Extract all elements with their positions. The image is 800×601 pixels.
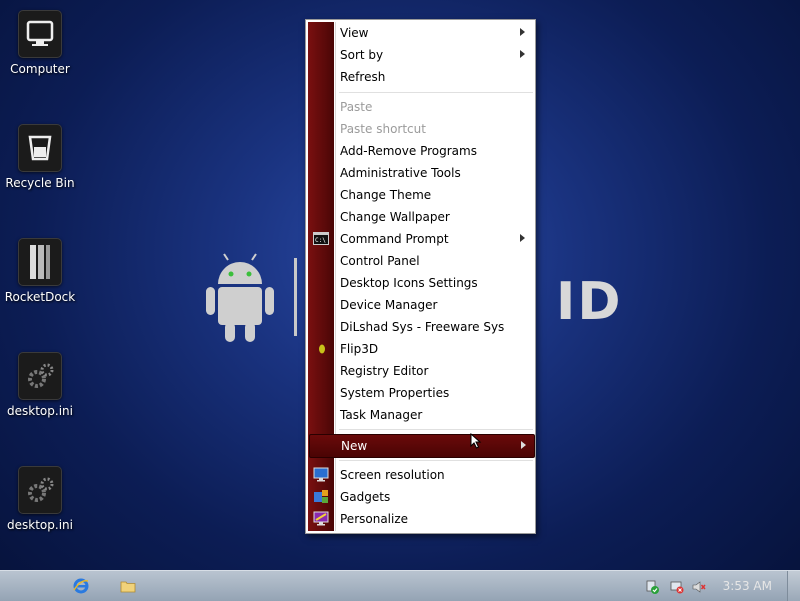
menu-item-change-theme[interactable]: Change Theme: [309, 184, 533, 206]
menu-item-paste-shortcut[interactable]: Paste shortcut: [309, 118, 533, 140]
menu-item-command-prompt[interactable]: C:\ Command Prompt: [309, 228, 533, 250]
flip3d-icon: [313, 341, 329, 356]
command-prompt-icon: C:\: [313, 231, 329, 246]
menu-separator: [339, 460, 533, 461]
menu-item-change-wallpaper[interactable]: Change Wallpaper: [309, 206, 533, 228]
menu-item-flip3d[interactable]: Flip3D: [309, 338, 533, 360]
desktop-icon-desktop-ini-1[interactable]: desktop.ini: [0, 352, 80, 418]
monitor-icon: [313, 467, 329, 482]
desktop-icon-label: desktop.ini: [7, 518, 73, 532]
internet-explorer-icon[interactable]: [72, 577, 90, 595]
gadgets-icon: [313, 489, 329, 504]
wallpaper-logo-text: ID: [556, 272, 623, 332]
desktop-icon-label: Recycle Bin: [5, 176, 75, 190]
submenu-arrow-icon: [520, 28, 525, 36]
taskbar-clock[interactable]: 3:53 AM: [723, 579, 772, 593]
network-icon[interactable]: [670, 579, 684, 594]
menu-separator: [339, 429, 533, 430]
desktop-icon-label: desktop.ini: [7, 404, 73, 418]
menu-item-add-remove-programs[interactable]: Add-Remove Programs: [309, 140, 533, 162]
menu-item-new[interactable]: New: [309, 434, 535, 458]
menu-item-control-panel[interactable]: Control Panel: [309, 250, 533, 272]
action-center-icon[interactable]: [646, 579, 660, 594]
menu-item-gadgets[interactable]: Gadgets: [309, 486, 533, 508]
folder-icon[interactable]: [120, 578, 136, 593]
menu-item-refresh[interactable]: Refresh: [309, 66, 533, 88]
submenu-arrow-icon: [520, 234, 525, 242]
menu-item-sort-by[interactable]: Sort by: [309, 44, 533, 66]
settings-file-icon: [18, 466, 62, 514]
mouse-pointer-icon: [470, 432, 482, 453]
menu-item-task-manager[interactable]: Task Manager: [309, 404, 533, 426]
menu-separator: [339, 92, 533, 93]
desktop-icon-label: Computer: [10, 62, 70, 76]
desktop-icon-rocketdock[interactable]: RocketDock: [0, 238, 80, 304]
recycle-bin-icon: [18, 124, 62, 172]
menu-item-view[interactable]: View: [309, 22, 533, 44]
menu-item-administrative-tools[interactable]: Administrative Tools: [309, 162, 533, 184]
android-robot-logo: [200, 252, 280, 352]
menu-item-device-manager[interactable]: Device Manager: [309, 294, 533, 316]
volume-muted-icon[interactable]: [692, 579, 706, 593]
desktop-icon-computer[interactable]: Computer: [0, 10, 80, 76]
rocketdock-icon: [18, 238, 62, 286]
computer-icon: [18, 10, 62, 58]
submenu-arrow-icon: [520, 50, 525, 58]
menu-item-desktop-icons-settings[interactable]: Desktop Icons Settings: [309, 272, 533, 294]
desktop-icon-desktop-ini-2[interactable]: desktop.ini: [0, 466, 80, 532]
desktop-context-menu: View Sort by Refresh Paste Paste shortcu…: [305, 19, 536, 534]
menu-item-system-properties[interactable]: System Properties: [309, 382, 533, 404]
show-desktop-button[interactable]: [787, 571, 800, 601]
logo-divider: [294, 258, 297, 336]
menu-item-personalize[interactable]: Personalize: [309, 508, 533, 530]
menu-item-dilshad-sys[interactable]: DiLshad Sys - Freeware Sys: [309, 316, 533, 338]
menu-item-screen-resolution[interactable]: Screen resolution: [309, 464, 533, 486]
settings-file-icon: [18, 352, 62, 400]
menu-item-paste[interactable]: Paste: [309, 96, 533, 118]
desktop-icon-recycle-bin[interactable]: Recycle Bin: [0, 124, 80, 190]
svg-text:C:\: C:\: [315, 237, 326, 244]
submenu-arrow-icon: [521, 441, 526, 449]
desktop-icon-label: RocketDock: [4, 290, 76, 304]
taskbar: 3:53 AM: [0, 570, 800, 601]
menu-item-registry-editor[interactable]: Registry Editor: [309, 360, 533, 382]
personalize-icon: [313, 511, 329, 526]
